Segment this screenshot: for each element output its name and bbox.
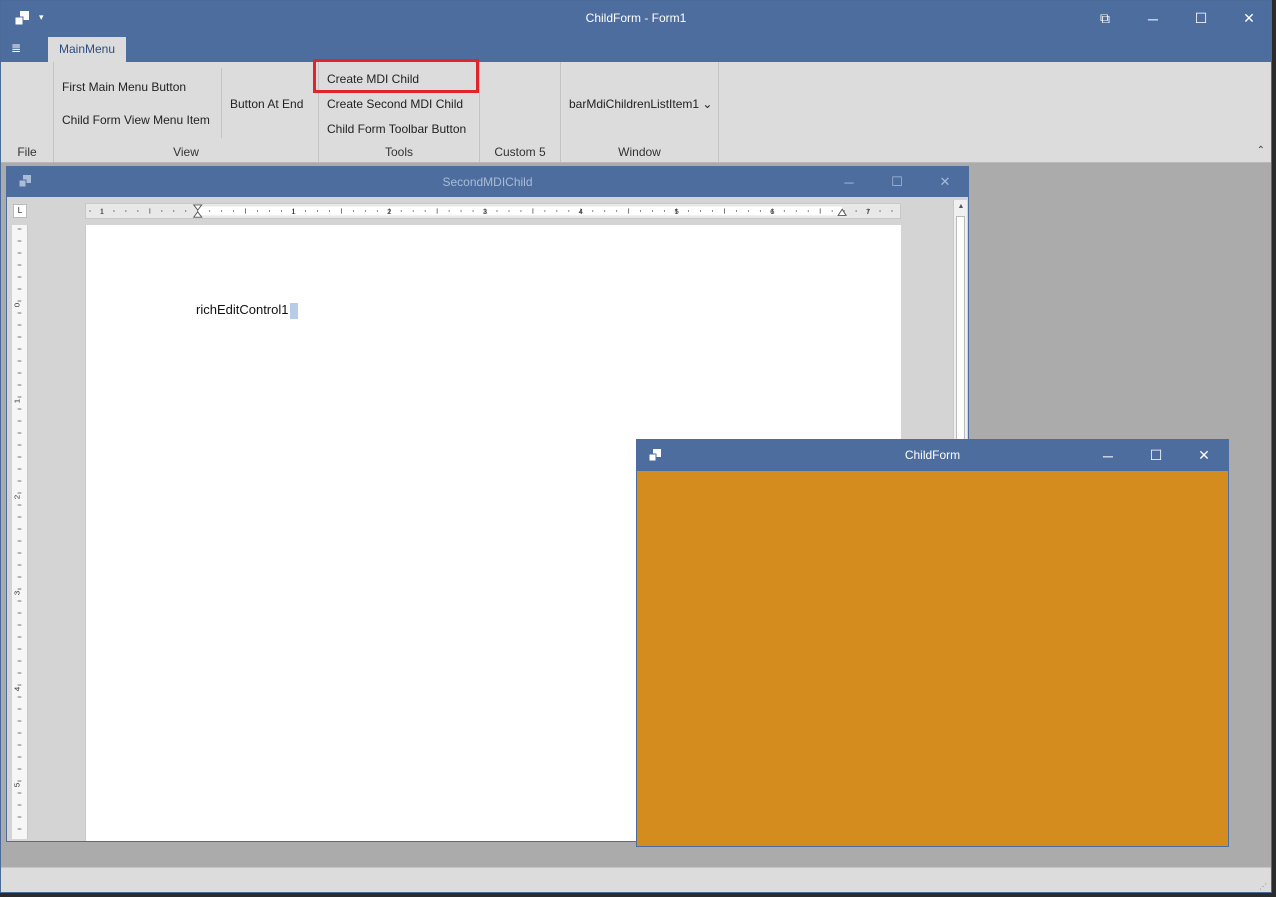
resize-grip-icon[interactable]: ⋰ [1259, 882, 1267, 891]
child1-title-bar[interactable]: SecondMDIChild ─ ☐ ✕ [7, 167, 968, 197]
ruler-number: 2 [387, 208, 391, 216]
title-bar: ▾ ChildForm - Form1 ⧉ ─ ☐ ✕ [1, 1, 1271, 36]
highlight-annotation [313, 59, 479, 93]
ribbon-tab-strip: ≣ MainMenu [1, 36, 1271, 62]
bar-mdi-children-list-item[interactable]: barMdiChildrenListItem1 ⌄ [569, 97, 712, 111]
ruler-number: 7 [866, 208, 870, 216]
mdi-client-area: SecondMDIChild ─ ☐ ✕ L 1 1 2 3 4 5 6 7 0 1 2 3 4 5 r… [1, 163, 1271, 867]
ruler-number: 5 [674, 208, 678, 216]
main-window: ▾ ChildForm - Form1 ⧉ ─ ☐ ✕ ≣ MainMenu F… [0, 0, 1272, 893]
ribbon-panel: File First Main Menu Button Child Form V… [1, 62, 1271, 163]
ruler-number: 5 [13, 783, 22, 787]
child1-close-button[interactable]: ✕ [921, 167, 969, 197]
child2-minimize-button[interactable]: ─ [1084, 440, 1132, 471]
maximize-button[interactable]: ☐ [1177, 1, 1225, 36]
application-menu-icon[interactable]: ≣ [11, 41, 37, 57]
childform-window[interactable]: ChildForm ─ ☐ ✕ [636, 439, 1229, 847]
child2-title-bar[interactable]: ChildForm ─ ☐ ✕ [637, 440, 1228, 471]
child1-minimize-button[interactable]: ─ [825, 167, 873, 197]
ruler-number: 0 [13, 303, 22, 307]
child2-close-button[interactable]: ✕ [1180, 440, 1228, 471]
close-button[interactable]: ✕ [1225, 1, 1271, 36]
ruler-number: 1 [13, 399, 22, 403]
ruler-number: 4 [579, 208, 583, 216]
group-label-view: View [173, 145, 199, 159]
tab-mainmenu[interactable]: MainMenu [48, 37, 126, 62]
ruler-number: 3 [483, 208, 487, 216]
ruler-number: 1 [100, 208, 104, 216]
first-main-menu-button[interactable]: First Main Menu Button [62, 80, 186, 94]
group-separator [221, 68, 222, 138]
group-label-file: File [17, 145, 37, 159]
child1-maximize-button[interactable]: ☐ [873, 167, 921, 197]
chevron-down-icon: ⌄ [702, 97, 713, 111]
button-at-end[interactable]: Button At End [230, 97, 303, 111]
rich-edit-content[interactable]: richEditControl1 [196, 302, 298, 319]
group-label-tools: Tools [384, 145, 413, 159]
ruler-number: 1 [291, 208, 295, 216]
scroll-up-icon[interactable]: ▲ [954, 200, 968, 214]
group-label-custom5: Custom 5 [494, 145, 546, 159]
ribbon-group-custom5: Custom 5 [480, 62, 561, 162]
status-bar: ⋰ [1, 867, 1271, 892]
create-second-mdi-child-button[interactable]: Create Second MDI Child [327, 97, 463, 111]
child1-title: SecondMDIChild [442, 175, 533, 189]
ribbon-collapse-icon[interactable]: ⌃ [1257, 145, 1265, 156]
horizontal-ruler[interactable]: 1 1 2 3 4 5 6 7 [85, 203, 901, 219]
group-label-window: Window [618, 145, 661, 159]
ribbon-group-view: First Main Menu Button Child Form View M… [54, 62, 319, 162]
child-form-toolbar-button[interactable]: Child Form Toolbar Button [327, 122, 466, 136]
minimize-button[interactable]: ─ [1129, 1, 1177, 36]
selection-highlight [289, 302, 298, 319]
ruler-number: 2 [13, 495, 22, 499]
ruler-number: 3 [13, 591, 22, 595]
ruler-number: 4 [13, 686, 22, 691]
child2-maximize-button[interactable]: ☐ [1132, 440, 1180, 471]
restore-layout-button[interactable]: ⧉ [1081, 1, 1129, 36]
vertical-ruler[interactable]: 0 1 2 3 4 5 [12, 225, 28, 839]
ribbon-group-window: barMdiChildrenListItem1 ⌄ Window [561, 62, 719, 162]
child-form-view-menu-item[interactable]: Child Form View Menu Item [62, 113, 210, 127]
bar-mdi-children-label: barMdiChildrenListItem1 [569, 97, 700, 111]
rich-edit-text: richEditControl1 [196, 302, 289, 317]
ribbon-group-file: File [1, 62, 54, 162]
tab-stop-selector[interactable]: L [13, 204, 27, 218]
ruler-number: 6 [770, 208, 774, 216]
